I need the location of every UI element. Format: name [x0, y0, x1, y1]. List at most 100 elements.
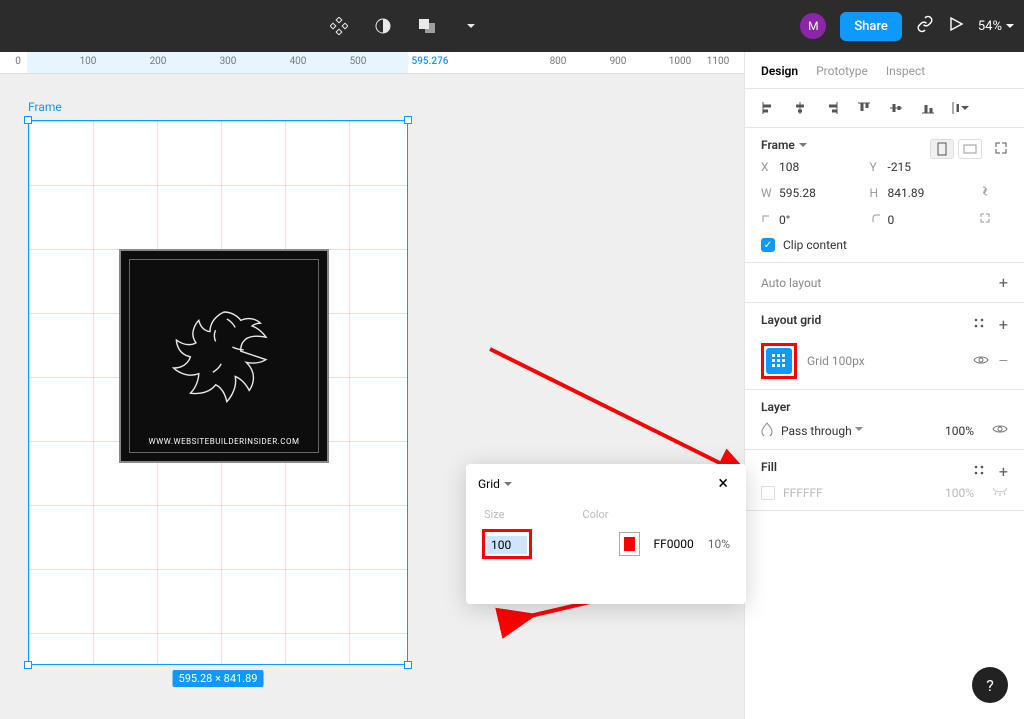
zoom-dropdown[interactable]: 54% — [978, 19, 1014, 34]
size-label: Size — [484, 508, 504, 521]
clip-content-checkbox[interactable]: ✓Clip content — [761, 238, 1008, 252]
grid-name[interactable]: Grid 100px — [807, 354, 963, 368]
ruler-tick: 0 — [15, 56, 21, 67]
layer-visibility-icon[interactable] — [992, 423, 1008, 438]
corner-radius-value[interactable]: 0 — [888, 213, 979, 227]
horizontal-ruler: 0 100 200 300 400 500 595.276 800 900 10… — [0, 52, 744, 74]
grid-swatch-highlight — [761, 343, 797, 379]
ruler-tick: 500 — [350, 56, 367, 67]
ruler-tick: 900 — [610, 56, 627, 67]
color-label: Color — [582, 508, 608, 521]
resize-handle-bl[interactable] — [24, 661, 32, 669]
resize-handle-br[interactable] — [404, 661, 412, 669]
link-icon[interactable] — [916, 15, 934, 37]
ruler-tick: 300 — [220, 56, 237, 67]
properties-panel: Design Prototype Inspect Frame X 108 Y -… — [744, 52, 1024, 719]
w-label: W — [761, 186, 779, 200]
y-value[interactable]: -215 — [888, 160, 979, 174]
panel-tabs: Design Prototype Inspect — [745, 52, 1024, 89]
rotation-value[interactable]: 0° — [779, 213, 870, 227]
frame[interactable]: Frame WWW.WEBSITEBUILDERINSIDER.COM — [28, 120, 408, 665]
boolean-union-icon[interactable] — [416, 15, 438, 37]
resize-to-fit-icon[interactable] — [994, 141, 1008, 158]
resize-handle-tl[interactable] — [24, 116, 32, 124]
tab-prototype[interactable]: Prototype — [816, 64, 868, 78]
align-right-icon[interactable] — [823, 99, 841, 117]
dimensions-badge: 595.28 × 841.89 — [173, 670, 264, 687]
ruler-tick: 800 — [550, 56, 567, 67]
fill-title: Fill — [761, 460, 777, 474]
fill-styles-icon[interactable] — [973, 464, 985, 479]
close-button[interactable]: × — [712, 474, 734, 494]
grid-size-input[interactable] — [487, 536, 527, 554]
size-field-highlight — [482, 529, 532, 559]
x-value[interactable]: 108 — [779, 160, 870, 174]
auto-layout-label: Auto layout — [761, 276, 821, 290]
orientation-portrait-icon[interactable] — [930, 139, 954, 159]
auto-layout-section: Auto layout + — [745, 263, 1024, 303]
grid-type-icon[interactable] — [766, 348, 792, 374]
distribute-icon[interactable] — [951, 99, 969, 117]
mask-half-icon[interactable] — [372, 15, 394, 37]
phoenix-icon — [154, 291, 294, 431]
corner-radius-icon — [870, 212, 888, 227]
align-h-center-icon[interactable] — [791, 99, 809, 117]
fill-hidden-icon[interactable] — [992, 486, 1008, 500]
ruler-tick: 200 — [150, 56, 167, 67]
fill-swatch[interactable] — [761, 486, 775, 500]
grid-color-hex[interactable]: FF0000 — [653, 537, 693, 551]
tab-inspect[interactable]: Inspect — [886, 64, 925, 78]
resize-handle-tr[interactable] — [404, 116, 412, 124]
top-toolbar: M Share 54% — [0, 0, 1024, 52]
logo-image[interactable]: WWW.WEBSITEBUILDERINSIDER.COM — [119, 249, 329, 463]
fill-hex[interactable]: FFFFFF — [783, 486, 823, 500]
rotation-icon — [761, 212, 779, 227]
remove-grid-button[interactable]: — — [999, 354, 1008, 368]
present-play-icon[interactable] — [948, 16, 964, 36]
w-value[interactable]: 595.28 — [779, 186, 870, 200]
grid-color-opacity[interactable]: 10% — [708, 537, 730, 551]
blend-icon[interactable] — [761, 422, 773, 439]
frame-section: Frame X 108 Y -215 W 595.28 H 841.89 0° … — [745, 128, 1024, 263]
align-left-icon[interactable] — [759, 99, 777, 117]
ruler-tick-active: 595.276 — [412, 56, 449, 67]
add-fill-button[interactable]: + — [999, 462, 1008, 481]
x-label: X — [761, 160, 779, 174]
canvas[interactable]: Frame WWW.WEBSITEBUILDERINSIDER.COM — [0, 74, 744, 719]
orientation-landscape-icon[interactable] — [958, 139, 982, 159]
popover-title[interactable]: Grid — [478, 477, 512, 491]
blend-mode[interactable]: Pass through — [781, 424, 863, 438]
align-bottom-icon[interactable] — [919, 99, 937, 117]
add-layout-grid-button[interactable]: + — [999, 315, 1008, 334]
tab-design[interactable]: Design — [761, 64, 798, 78]
h-value[interactable]: 841.89 — [888, 186, 979, 200]
logo-caption: WWW.WEBSITEBUILDERINSIDER.COM — [149, 437, 300, 446]
workspace: 0 100 200 300 400 500 595.276 800 900 10… — [0, 52, 744, 719]
frame-section-title[interactable]: Frame — [761, 138, 807, 152]
frame-label[interactable]: Frame — [28, 100, 62, 114]
grid-styles-icon[interactable] — [973, 317, 985, 332]
ruler-tick: 100 — [80, 56, 97, 67]
align-v-center-icon[interactable] — [887, 99, 905, 117]
link-dimensions-icon[interactable] — [978, 184, 1008, 201]
align-top-icon[interactable] — [855, 99, 873, 117]
layer-section: Layer Pass through 100% — [745, 390, 1024, 450]
ruler-tick: 1100 — [707, 56, 729, 67]
layer-title: Layer — [761, 400, 1008, 414]
grid-visibility-icon[interactable] — [973, 354, 989, 369]
fill-opacity[interactable]: 100% — [945, 486, 974, 500]
independent-corners-icon[interactable] — [978, 211, 1008, 228]
grid-color-swatch[interactable] — [620, 533, 640, 555]
frame-content: WWW.WEBSITEBUILDERINSIDER.COM — [28, 120, 408, 665]
help-button[interactable]: ? — [972, 667, 1008, 703]
share-button[interactable]: Share — [840, 12, 902, 41]
ruler-tick: 400 — [290, 56, 307, 67]
y-label: Y — [870, 160, 888, 174]
ruler-tick: 1000 — [669, 56, 691, 67]
components-icon[interactable] — [328, 15, 350, 37]
add-auto-layout-button[interactable]: + — [999, 273, 1008, 292]
layout-grid-title: Layout grid — [761, 313, 821, 327]
layer-opacity[interactable]: 100% — [945, 424, 974, 438]
toolbar-chevron-down-icon[interactable] — [460, 15, 482, 37]
avatar[interactable]: M — [800, 13, 826, 39]
